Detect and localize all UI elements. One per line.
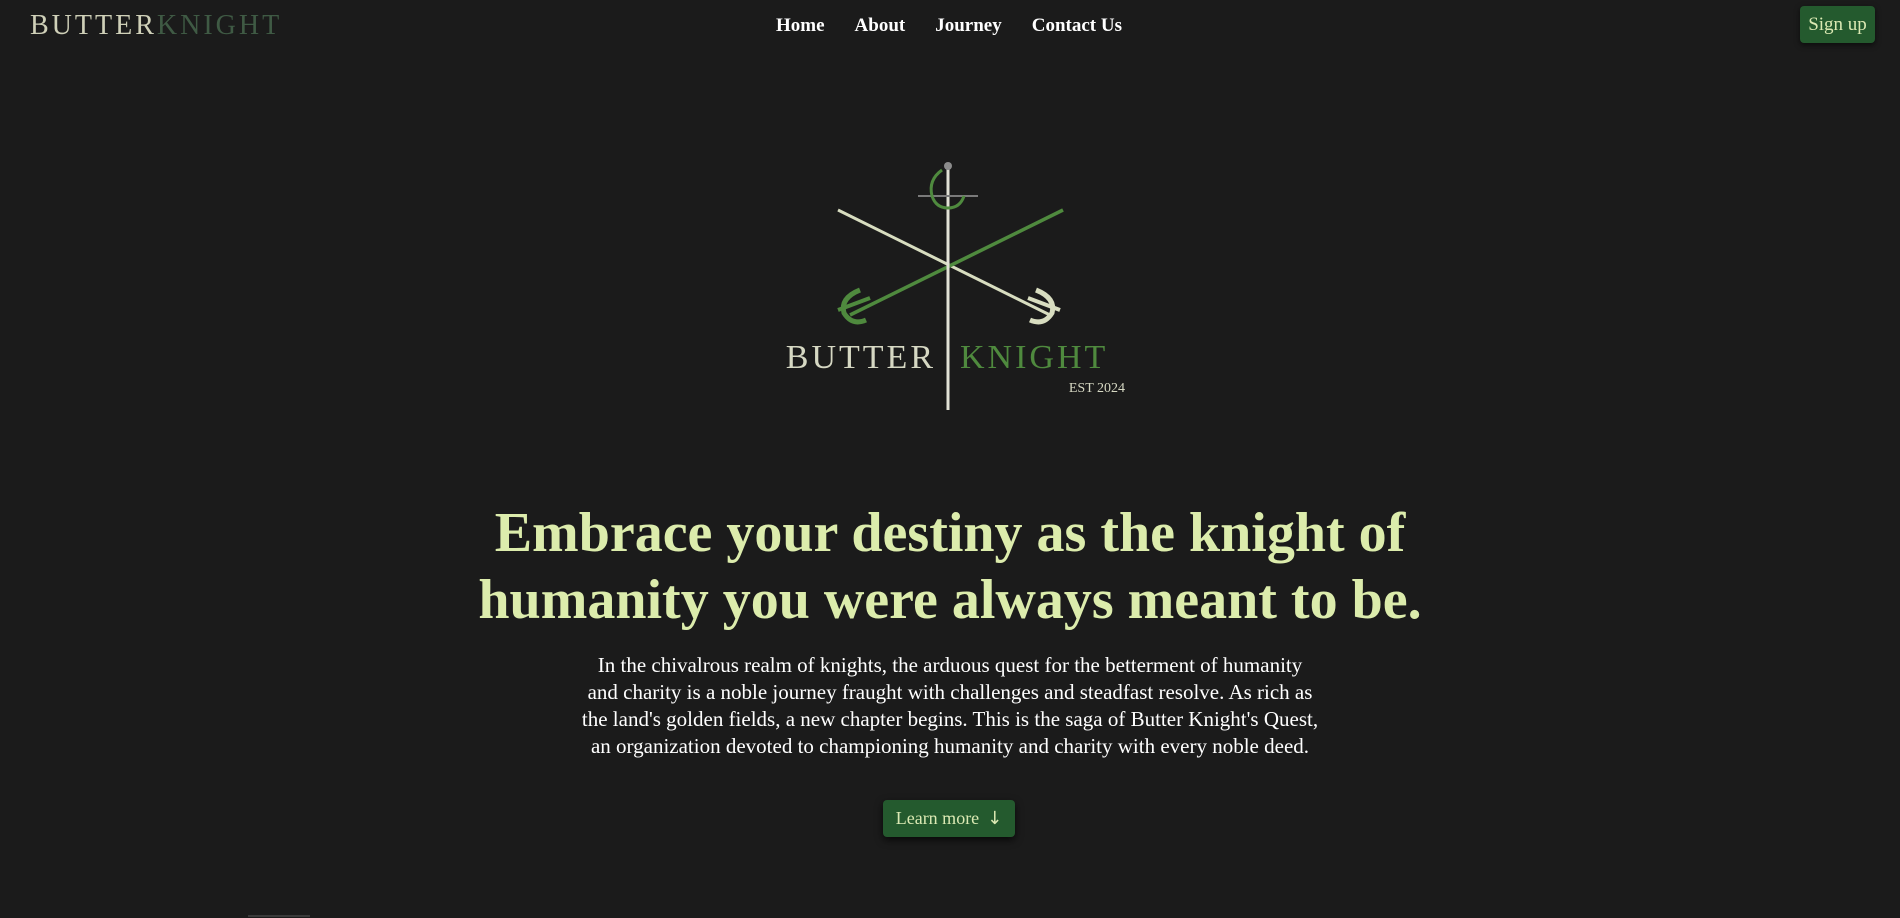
hero-title-line: humanity you were always meant to be. <box>478 569 1422 631</box>
nav-item-journey[interactable]: Journey <box>935 14 1002 38</box>
learn-more-button[interactable]: Learn more ↓ <box>883 800 1015 837</box>
nav-item-home[interactable]: Home <box>776 14 825 38</box>
nav-item-about[interactable]: About <box>855 14 906 38</box>
hero-description-line: the land's golden fields, a new chapter … <box>581 707 1319 731</box>
main-nav: Home About Journey Contact Us <box>0 14 1900 38</box>
hero-description-line: an organization devoted to championing h… <box>590 734 1310 758</box>
logo-word-knight: KNIGHT <box>960 339 1108 376</box>
scroll-indicator <box>248 915 310 917</box>
hero-logo: BUTTER KNIGHT EST 2024 <box>760 158 1140 418</box>
page: BUTTER KNIGHT Home About Journey Contact … <box>0 0 1900 918</box>
logo-word-butter: BUTTER <box>786 339 936 376</box>
nav-items: Home About Journey Contact Us <box>776 14 1122 38</box>
hero-description-line: In the chivalrous realm of knights, the … <box>597 653 1303 677</box>
hero-title: Embrace your destiny as the knight of hu… <box>0 500 1900 634</box>
hero-description-line: and charity is a noble journey fraught w… <box>587 680 1313 704</box>
nav-item-contact-us[interactable]: Contact Us <box>1032 14 1122 38</box>
hero-title-line: Embrace your destiny as the knight of <box>494 502 1406 564</box>
signup-button[interactable]: Sign up <box>1800 6 1875 43</box>
logo-established: EST 2024 <box>1069 381 1125 396</box>
hero-description: In the chivalrous realm of knights, the … <box>0 652 1900 760</box>
crossed-swords-emblem-icon: BUTTER KNIGHT EST 2024 <box>786 162 1125 410</box>
arrow-down-icon: ↓ <box>987 808 1003 829</box>
learn-more-label: Learn more <box>895 808 980 828</box>
